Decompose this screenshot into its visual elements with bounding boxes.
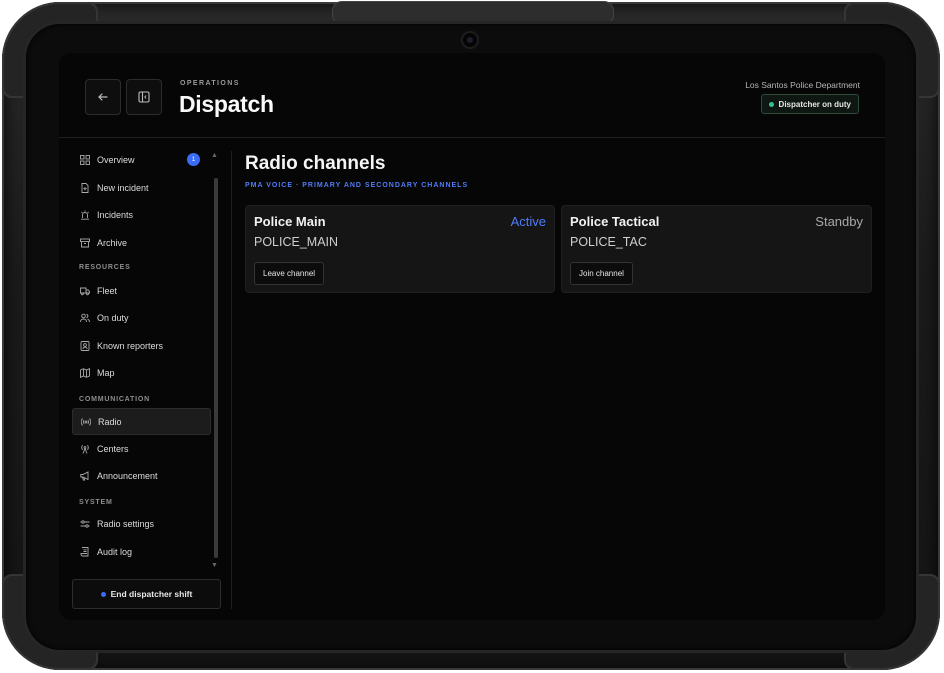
overview-count-badge: 1 bbox=[187, 153, 200, 166]
sidebar: Overview 1 New incident Incidents Archiv… bbox=[59, 138, 229, 620]
megaphone-icon bbox=[80, 470, 90, 481]
sidebar-item-on-duty[interactable]: On duty bbox=[72, 305, 209, 330]
scroll-icon bbox=[80, 546, 90, 557]
channel-card-police-main: Police Main Active POLICE_MAIN Leave cha… bbox=[245, 205, 555, 293]
sidebar-item-announcement[interactable]: Announcement bbox=[72, 463, 209, 488]
grid-icon bbox=[80, 154, 90, 165]
channel-name: Police Main bbox=[254, 214, 326, 229]
map-icon bbox=[80, 367, 90, 378]
channel-status: Standby bbox=[815, 214, 863, 229]
section-title: Radio channels bbox=[245, 153, 386, 174]
archive-icon bbox=[80, 238, 90, 248]
radio-waves-icon bbox=[81, 417, 91, 427]
contact-icon bbox=[80, 340, 90, 351]
sidebar-item-label: New incident bbox=[97, 182, 149, 193]
sidebar-item-radio[interactable]: Radio bbox=[72, 408, 211, 435]
channel-code: POLICE_MAIN bbox=[254, 235, 339, 249]
end-shift-label: End dispatcher shift bbox=[110, 589, 193, 599]
sidebar-item-label: Known reporters bbox=[97, 340, 164, 351]
sidebar-item-label: Incidents bbox=[97, 209, 134, 220]
back-button[interactable] bbox=[85, 79, 121, 115]
sidebar-item-label: Overview bbox=[97, 154, 135, 165]
section-label-communication: COMMUNICATION bbox=[79, 396, 150, 403]
end-shift-button[interactable]: End dispatcher shift bbox=[72, 579, 221, 609]
department-name: Los Santos Police Department bbox=[745, 80, 860, 90]
status-dot-icon bbox=[100, 591, 106, 597]
sidebar-panel-icon bbox=[138, 91, 150, 103]
sidebar-item-audit-log[interactable]: Audit log bbox=[72, 539, 209, 564]
antenna-icon bbox=[80, 444, 90, 454]
file-plus-icon bbox=[80, 182, 90, 193]
channel-code: POLICE_TAC bbox=[570, 235, 647, 249]
sidebar-item-fleet[interactable]: Fleet bbox=[72, 278, 209, 303]
users-icon bbox=[80, 313, 90, 323]
sidebar-item-label: Audit log bbox=[97, 546, 133, 557]
sidebar-item-label: Radio settings bbox=[97, 518, 155, 529]
sidebar-divider bbox=[231, 151, 232, 609]
page-eyebrow: OPERATIONS bbox=[180, 80, 240, 87]
main-content: Radio channels PMA VOICE · PRIMARY AND S… bbox=[245, 151, 875, 611]
channel-status: Active bbox=[510, 214, 546, 229]
scroll-up-arrow-icon[interactable]: ▲ bbox=[211, 152, 218, 159]
hardware-button bbox=[332, 1, 614, 25]
truck-icon bbox=[80, 286, 90, 296]
join-channel-button[interactable]: Join channel bbox=[570, 262, 633, 285]
sidebar-item-label: Archive bbox=[97, 237, 128, 248]
tablet-screen: OPERATIONS Dispatch Los Santos Police De… bbox=[59, 53, 885, 620]
page-title: Dispatch bbox=[179, 91, 274, 117]
section-label-system: SYSTEM bbox=[79, 499, 113, 506]
sliders-icon bbox=[80, 519, 90, 529]
section-subtitle: PMA VOICE · PRIMARY AND SECONDARY CHANNE… bbox=[245, 182, 469, 189]
duty-status-badge: Dispatcher on duty bbox=[760, 94, 859, 114]
sidebar-item-incidents[interactable]: Incidents bbox=[72, 202, 209, 227]
sidebar-item-label: Fleet bbox=[97, 285, 118, 296]
sidebar-item-label: Map bbox=[97, 367, 115, 378]
sidebar-item-known-reporters[interactable]: Known reporters bbox=[72, 333, 209, 358]
arrow-left-icon bbox=[98, 93, 108, 101]
sidebar-item-archive[interactable]: Archive bbox=[72, 230, 209, 255]
sidebar-item-centers[interactable]: Centers bbox=[72, 436, 209, 461]
sidebar-item-map[interactable]: Map bbox=[72, 360, 209, 385]
sidebar-item-label: Centers bbox=[97, 443, 129, 454]
siren-icon bbox=[80, 210, 90, 220]
camera-icon bbox=[463, 33, 477, 47]
app-header: OPERATIONS Dispatch Los Santos Police De… bbox=[59, 53, 885, 138]
status-dot-icon bbox=[768, 101, 774, 107]
sidebar-item-label: Radio bbox=[98, 416, 122, 427]
sidebar-item-label: On duty bbox=[97, 312, 129, 323]
channel-card-police-tactical: Police Tactical Standby POLICE_TAC Join … bbox=[561, 205, 872, 293]
duty-status-label: Dispatcher on duty bbox=[778, 99, 851, 109]
channel-name: Police Tactical bbox=[570, 214, 660, 229]
section-label-resources: RESOURCES bbox=[79, 264, 131, 271]
sidebar-item-new-incident[interactable]: New incident bbox=[72, 175, 209, 200]
scroll-down-arrow-icon[interactable]: ▼ bbox=[211, 562, 218, 569]
toggle-sidebar-button[interactable] bbox=[126, 79, 162, 115]
leave-channel-button[interactable]: Leave channel bbox=[254, 262, 325, 285]
sidebar-item-radio-settings[interactable]: Radio settings bbox=[72, 511, 209, 536]
sidebar-item-label: Announcement bbox=[97, 470, 158, 481]
sidebar-scrollbar[interactable] bbox=[214, 178, 218, 558]
